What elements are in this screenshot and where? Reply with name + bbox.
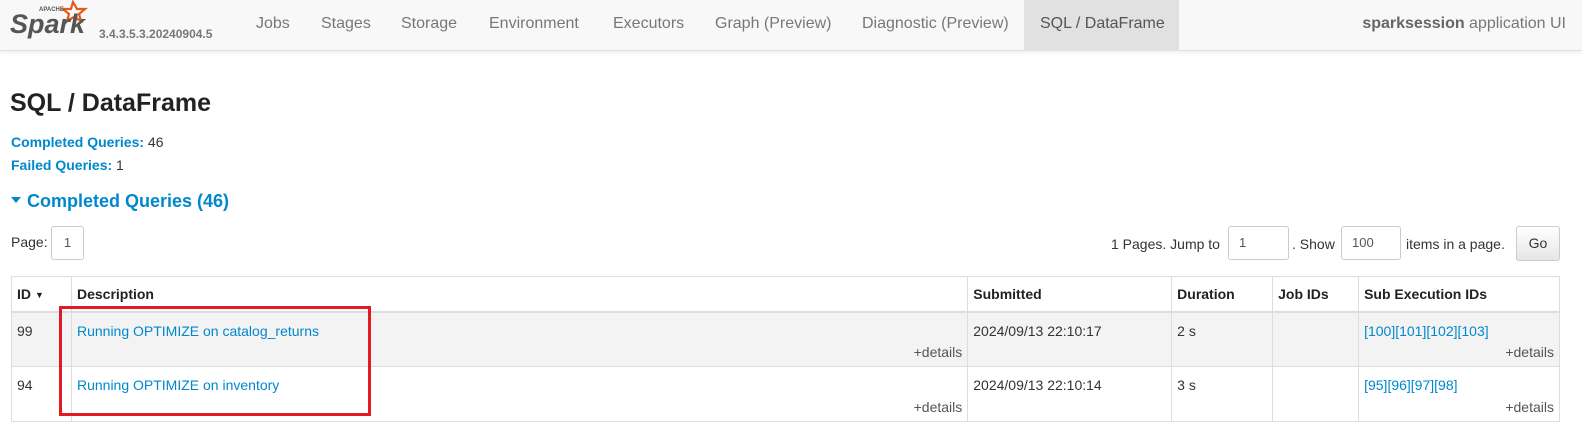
- completed-queries-link[interactable]: Completed Queries:: [11, 134, 144, 150]
- header-sub-execution-ids[interactable]: Sub Execution IDs: [1358, 276, 1560, 313]
- sort-desc-icon: ▼: [35, 290, 44, 300]
- items-per-page-label: items in a page.: [1406, 236, 1505, 252]
- completed-queries-heading: Completed Queries (46): [27, 191, 230, 211]
- header-job-ids[interactable]: Job IDs: [1272, 276, 1360, 313]
- sub-execution-link[interactable]: [97]: [1411, 377, 1434, 393]
- failed-queries-link[interactable]: Failed Queries:: [11, 157, 112, 173]
- spark-logo-icon: APACHE Spark: [10, 0, 89, 39]
- tab-graph-preview[interactable]: Graph (Preview): [699, 0, 847, 50]
- caret-down-icon: [11, 197, 21, 204]
- cell-duration: 2 s: [1171, 311, 1274, 367]
- tab-stages[interactable]: Stages: [305, 0, 387, 50]
- header-duration[interactable]: Duration: [1171, 276, 1274, 313]
- app-title: sparksession application UI: [1362, 0, 1566, 48]
- page-title: SQL / DataFrame: [10, 89, 212, 117]
- tab-executors[interactable]: Executors: [597, 0, 700, 50]
- cell-sub-execution-ids: [95][96][97][98] +details: [1358, 366, 1560, 422]
- tab-sql-dataframe[interactable]: SQL / DataFrame: [1024, 0, 1179, 50]
- tab-jobs[interactable]: Jobs: [240, 0, 306, 50]
- spark-version: 3.4.3.5.3.20240904.5: [99, 27, 213, 41]
- details-toggle[interactable]: +details: [1505, 344, 1554, 360]
- cell-duration: 3 s: [1171, 366, 1274, 422]
- page-size-input[interactable]: 100: [1341, 226, 1401, 260]
- sub-execution-link[interactable]: [96]: [1387, 377, 1410, 393]
- header-submitted[interactable]: Submitted: [967, 276, 1173, 313]
- cell-job-ids: [1272, 311, 1360, 367]
- failed-queries-count: 1: [116, 157, 124, 173]
- cell-submitted: 2024/09/13 22:10:17: [967, 311, 1173, 367]
- sub-execution-link[interactable]: [98]: [1434, 377, 1457, 393]
- cell-job-ids: [1272, 366, 1360, 422]
- tab-storage[interactable]: Storage: [385, 0, 473, 50]
- completed-queries-summary: Completed Queries: 46: [11, 134, 164, 150]
- cell-sub-execution-ids: [100][101][102][103] +details: [1358, 311, 1560, 367]
- app-title-suffix: application UI: [1464, 15, 1566, 32]
- spark-logo[interactable]: APACHE Spark 3.4.3.5.3.20240904.5: [9, 0, 229, 51]
- pages-jump-label: 1 Pages. Jump to: [1111, 236, 1220, 252]
- app-name: sparksession: [1362, 15, 1465, 32]
- go-button[interactable]: Go: [1516, 226, 1560, 261]
- sub-execution-link[interactable]: [101]: [1395, 323, 1426, 339]
- sub-execution-link[interactable]: [103]: [1458, 323, 1489, 339]
- details-toggle[interactable]: +details: [1505, 399, 1554, 415]
- completed-queries-toggle[interactable]: Completed Queries (46): [11, 191, 229, 212]
- sub-execution-link[interactable]: [102]: [1426, 323, 1457, 339]
- details-toggle[interactable]: +details: [914, 344, 963, 360]
- cell-submitted: 2024/09/13 22:10:14: [967, 366, 1173, 422]
- current-page-button[interactable]: 1: [51, 226, 84, 260]
- sub-execution-link[interactable]: [95]: [1364, 377, 1387, 393]
- show-label: . Show: [1292, 236, 1335, 252]
- sub-execution-link[interactable]: [100]: [1364, 323, 1395, 339]
- details-toggle[interactable]: +details: [914, 399, 963, 415]
- failed-queries-summary: Failed Queries: 1: [11, 157, 124, 173]
- completed-queries-count: 46: [147, 134, 164, 150]
- page-label: Page:: [11, 234, 48, 250]
- jump-to-page-input[interactable]: 1: [1228, 226, 1289, 260]
- top-navbar: APACHE Spark 3.4.3.5.3.20240904.5 Jobs S…: [0, 0, 1582, 51]
- tab-environment[interactable]: Environment: [473, 0, 595, 50]
- highlight-box: [59, 306, 371, 416]
- svg-text:Spark: Spark: [10, 9, 87, 39]
- tab-diagnostic-preview[interactable]: Diagnostic (Preview): [846, 0, 1025, 50]
